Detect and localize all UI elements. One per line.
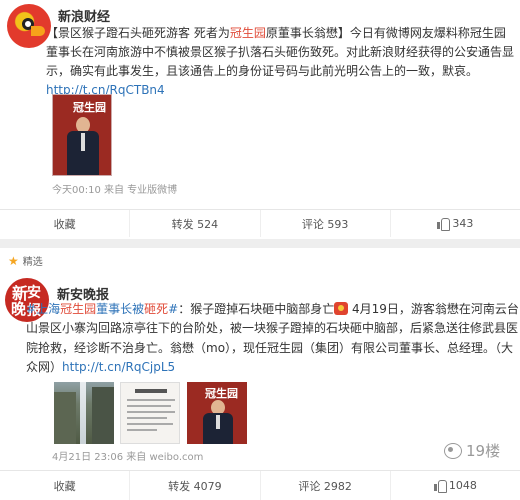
person-figure (67, 117, 99, 175)
post-title-part: 原董事长翁懋 (265, 26, 338, 40)
like-button[interactable]: 1048 (391, 471, 520, 500)
watermark-logo-icon (444, 442, 462, 459)
post-text: #上海冠生园董事长被砸死#：猴子蹬掉石块砸中脑部身亡 4月19日，游客翁懋在河南… (26, 300, 520, 377)
magazine-title: 冠生园 (73, 101, 106, 114)
thumbs-up-icon (437, 218, 451, 231)
post-text: 【景区猴子蹬石头砸死游客 死者为冠生园原董事长翁懋】今日有微博网友爆料称冠生园董… (46, 24, 516, 100)
post-actions: 收藏 转发 4079 评论 2982 1048 (0, 470, 520, 500)
avatar-beak-icon (31, 26, 45, 36)
post-image[interactable]: 冠生园 (52, 94, 112, 176)
featured-label: ★ 精选 (8, 253, 43, 269)
author-name[interactable]: 新浪财经 (58, 6, 110, 25)
post-image-portrait[interactable]: 冠生园 (187, 382, 247, 444)
post-actions: 收藏 转发 524 评论 593 343 (0, 209, 520, 237)
post-meta: 4月21日 23:06 来自 weibo.com (52, 452, 204, 463)
like-button[interactable]: 343 (391, 210, 520, 237)
feed-separator (0, 239, 520, 248)
weibo-post-1: 新浪财经 【景区猴子蹬石头砸死游客 死者为冠生园原董事长翁懋】今日有微博网友爆料… (0, 0, 520, 239)
post-title-part: 景区猴子蹬石头砸死游客 死者为 (58, 26, 230, 40)
weibo-feed-page: 新浪财经 【景区猴子蹬石头砸死游客 死者为冠生园原董事长翁懋】今日有微博网友爆料… (0, 0, 520, 500)
post-title-highlight: 冠生园 (229, 26, 266, 40)
fire-emoji-icon (334, 302, 349, 315)
watermark: 19楼 (444, 440, 500, 461)
bracket-open: 【 (46, 26, 59, 40)
star-icon: ★ (8, 253, 19, 268)
post-lead: ：猴子蹬掉石块砸中脑部身亡 (178, 302, 335, 316)
post-meta: 今天00:10 来自 专业版微博 (52, 185, 178, 196)
bracket-close: 】 (337, 26, 350, 40)
comment-button[interactable]: 评论 593 (261, 210, 391, 237)
repost-button[interactable]: 转发 524 (130, 210, 261, 237)
magazine-title: 冠生园 (205, 387, 238, 400)
repost-button[interactable]: 转发 4079 (130, 471, 261, 500)
topic-tag[interactable]: #上海冠生园董事长被砸死# (26, 302, 178, 316)
author-avatar[interactable] (7, 4, 51, 48)
thumbs-up-icon (433, 480, 447, 493)
collect-button[interactable]: 收藏 (0, 210, 131, 237)
post-image-notice[interactable] (120, 382, 180, 444)
post-link[interactable]: http://t.cn/RqCjpL5 (62, 360, 175, 374)
comment-button[interactable]: 评论 2982 (261, 471, 391, 500)
collect-button[interactable]: 收藏 (0, 471, 131, 500)
post-image-waterfall[interactable] (54, 382, 114, 444)
